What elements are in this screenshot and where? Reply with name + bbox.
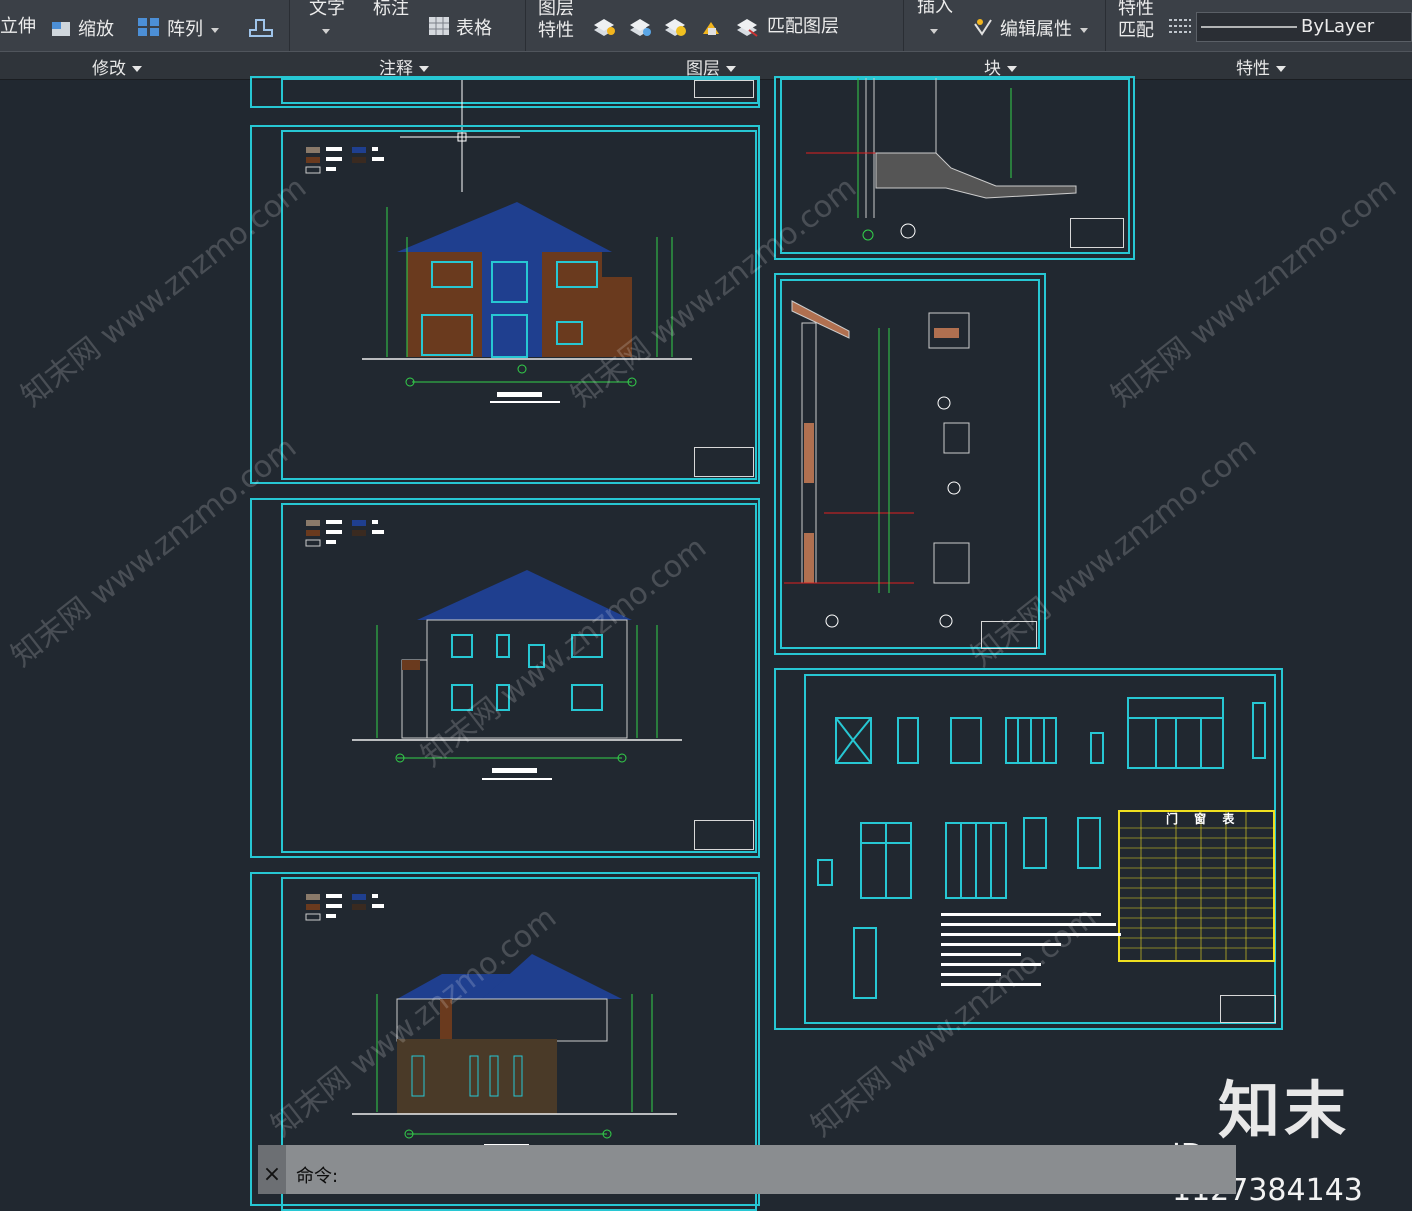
edit-attributes-icon xyxy=(972,16,994,44)
stretch-button[interactable]: 立伸 xyxy=(0,16,36,38)
drawing-canvas[interactable]: 门 窗 表 知末网 www.znzmo.com 知末网 www.znzmo.co… xyxy=(0,76,1412,1211)
measure-icon xyxy=(246,14,276,46)
match-layer-icon xyxy=(735,16,759,44)
brand-watermark: 知末 xyxy=(1218,1074,1351,1147)
scale-button[interactable]: 缩放 xyxy=(50,16,114,44)
insert-dropdown[interactable] xyxy=(930,20,938,42)
drawing-sheet-section-detail xyxy=(774,76,1135,260)
layer-off-icon[interactable] xyxy=(663,16,687,44)
linetype-select[interactable]: ByLayer xyxy=(1196,12,1412,42)
chevron-down-icon xyxy=(322,28,330,34)
scale-icon xyxy=(50,16,72,44)
chevron-down-icon xyxy=(419,66,429,72)
title-block xyxy=(1220,995,1276,1023)
chevron-down-icon xyxy=(930,28,938,34)
layer-properties-button[interactable]: 图层 特性 xyxy=(538,0,574,42)
layer-tools xyxy=(592,16,765,44)
layer-isolate-icon[interactable] xyxy=(592,16,616,44)
elevation-drawing-1 xyxy=(305,147,692,403)
command-line[interactable]: × 命令: xyxy=(258,1145,1236,1194)
line-sample-icon xyxy=(1201,26,1297,28)
title-block xyxy=(694,80,754,98)
title-block xyxy=(694,447,754,477)
measure-button[interactable] xyxy=(246,14,282,46)
match-properties-button[interactable]: 特性 匹配 xyxy=(1118,0,1154,42)
chevron-down-icon[interactable] xyxy=(1080,27,1088,33)
panel-modify[interactable]: 修改 xyxy=(92,54,142,79)
linetype-icon-wrap xyxy=(1168,16,1198,44)
watermark-text: 知末网 www.znzmo.com xyxy=(1104,170,1404,414)
table-button[interactable]: 表格 xyxy=(428,16,492,42)
panel-properties[interactable]: 特性 xyxy=(1236,54,1286,79)
chevron-down-icon xyxy=(1007,66,1017,72)
match-layer-button[interactable]: 匹配图层 xyxy=(767,16,839,38)
linetype-icon xyxy=(1168,16,1192,44)
chevron-down-icon xyxy=(132,66,142,72)
title-block xyxy=(1070,218,1124,248)
array-icon xyxy=(137,16,161,44)
array-button[interactable]: 阵列 xyxy=(137,16,219,44)
close-icon[interactable]: × xyxy=(258,1145,286,1194)
dimension-button[interactable]: 标注 xyxy=(373,0,409,20)
table-icon xyxy=(428,16,450,42)
drawing-sheet-wall-section xyxy=(774,273,1046,655)
title-block xyxy=(694,820,754,850)
command-prompt: 命令: xyxy=(296,1166,339,1187)
door-window-table-title: 门 窗 表 xyxy=(1166,812,1241,826)
wall-section-drawing xyxy=(784,300,970,628)
chevron-down-icon[interactable] xyxy=(211,27,219,33)
insert-button[interactable]: 插入 xyxy=(917,0,953,18)
chevron-down-icon xyxy=(726,66,736,72)
text-dropdown[interactable] xyxy=(322,20,330,42)
chevron-down-icon xyxy=(1276,66,1286,72)
layer-freeze-icon[interactable] xyxy=(628,16,652,44)
text-button[interactable]: 文字 xyxy=(309,0,345,20)
layer-lock-icon[interactable] xyxy=(699,16,723,44)
edit-attributes-button[interactable]: 编辑属性 xyxy=(972,16,1088,44)
